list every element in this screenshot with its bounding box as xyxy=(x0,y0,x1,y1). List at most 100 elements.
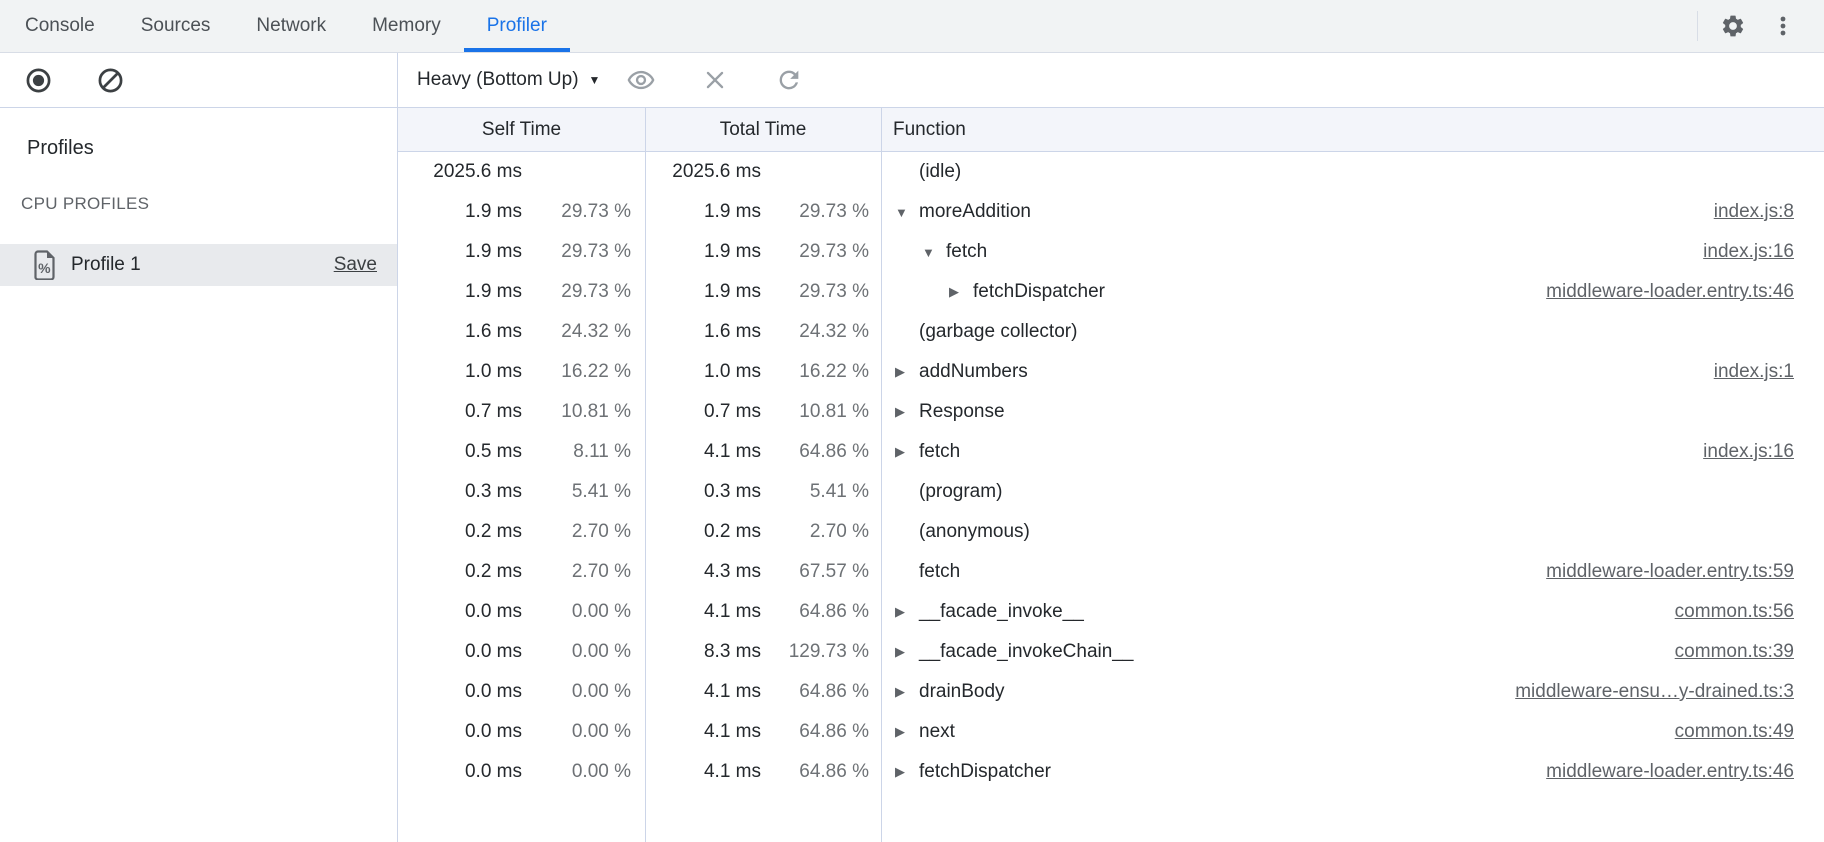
clear-icon[interactable] xyxy=(93,63,127,97)
tab-profiler[interactable]: Profiler xyxy=(464,0,570,52)
self-time-cell: 1.9 ms 29.73 % xyxy=(398,232,645,272)
grid-rows: 2025.6 ms 2025.6 ms (idle) 1.9 ms 29.73 … xyxy=(398,152,1824,792)
source-link[interactable]: index.js:8 xyxy=(1714,201,1794,223)
tab-network[interactable]: Network xyxy=(233,0,349,52)
total-time-value: 4.1 ms xyxy=(645,721,761,743)
profile-row[interactable]: 0.0 ms 0.00 % 4.1 ms 64.86 % ▶ next comm… xyxy=(398,712,1824,752)
expand-arrow-icon[interactable]: ▶ xyxy=(895,444,919,460)
close-icon[interactable] xyxy=(698,63,732,97)
self-time-percent: 29.73 % xyxy=(522,241,645,263)
expand-arrow-icon[interactable]: ▼ xyxy=(922,245,946,260)
profile-row[interactable]: 0.3 ms 5.41 % 0.3 ms 5.41 % (program) xyxy=(398,472,1824,512)
view-controls: Heavy (Bottom Up) ▼ xyxy=(398,53,1824,107)
source-link[interactable]: middleware-loader.entry.ts:46 xyxy=(1546,761,1794,783)
profile-row[interactable]: 0.0 ms 0.00 % 4.1 ms 64.86 % ▶ __facade_… xyxy=(398,592,1824,632)
total-time-cell: 4.1 ms 64.86 % xyxy=(645,592,881,632)
expand-arrow-icon[interactable]: ▶ xyxy=(895,364,919,380)
source-link[interactable]: index.js:16 xyxy=(1703,241,1794,263)
profile-row[interactable]: 0.0 ms 0.00 % 4.1 ms 64.86 % ▶ drainBody… xyxy=(398,672,1824,712)
expand-arrow-icon[interactable]: ▶ xyxy=(949,284,973,300)
profile-row[interactable]: 2025.6 ms 2025.6 ms (idle) xyxy=(398,152,1824,192)
function-name: Response xyxy=(919,401,1005,423)
total-time-value: 1.0 ms xyxy=(645,361,761,383)
self-time-value: 0.7 ms xyxy=(398,401,522,423)
self-time-value: 0.0 ms xyxy=(398,681,522,703)
profile-row[interactable]: 1.9 ms 29.73 % 1.9 ms 29.73 % ▼ moreAddi… xyxy=(398,192,1824,232)
expand-arrow-icon[interactable]: ▼ xyxy=(895,205,919,220)
settings-gear-icon[interactable] xyxy=(1716,9,1750,43)
tab-sources[interactable]: Sources xyxy=(118,0,234,52)
column-divider xyxy=(645,108,646,842)
self-time-cell: 2025.6 ms xyxy=(398,152,645,192)
function-cell: (idle) xyxy=(881,152,1824,192)
refresh-icon[interactable] xyxy=(772,63,806,97)
self-time-value: 1.0 ms xyxy=(398,361,522,383)
source-link[interactable]: middleware-loader.entry.ts:46 xyxy=(1546,281,1794,303)
profile-row[interactable]: 1.9 ms 29.73 % 1.9 ms 29.73 % ▼ fetch in… xyxy=(398,232,1824,272)
source-link[interactable]: common.ts:39 xyxy=(1675,641,1794,663)
profile-row[interactable]: 1.0 ms 16.22 % 1.0 ms 16.22 % ▶ addNumbe… xyxy=(398,352,1824,392)
total-time-cell: 4.1 ms 64.86 % xyxy=(645,432,881,472)
self-time-value: 1.9 ms xyxy=(398,281,522,303)
function-cell: (garbage collector) xyxy=(881,312,1824,352)
profile-row[interactable]: 0.7 ms 10.81 % 0.7 ms 10.81 % ▶ Response xyxy=(398,392,1824,432)
expand-arrow-icon[interactable]: ▶ xyxy=(895,764,919,780)
profile-row[interactable]: 0.0 ms 0.00 % 4.1 ms 64.86 % ▶ fetchDisp… xyxy=(398,752,1824,792)
expand-arrow-icon[interactable]: ▶ xyxy=(895,604,919,620)
source-link[interactable]: middleware-loader.entry.ts:59 xyxy=(1546,561,1794,583)
function-name: drainBody xyxy=(919,681,1005,703)
total-time-cell: 1.6 ms 24.32 % xyxy=(645,312,881,352)
tab-memory[interactable]: Memory xyxy=(349,0,464,52)
expand-arrow-icon[interactable]: ▶ xyxy=(895,644,919,660)
record-icon[interactable] xyxy=(21,63,55,97)
profile-row[interactable]: 0.0 ms 0.00 % 8.3 ms 129.73 % ▶ __facade… xyxy=(398,632,1824,672)
function-cell: ▼ fetch index.js:16 xyxy=(881,232,1824,272)
self-time-percent: 0.00 % xyxy=(522,761,645,783)
self-time-cell: 1.0 ms 16.22 % xyxy=(398,352,645,392)
total-time-percent: 64.86 % xyxy=(761,721,881,743)
column-header-total-time[interactable]: Total Time xyxy=(645,108,881,151)
profile-row[interactable]: 0.2 ms 2.70 % 4.3 ms 67.57 % fetch middl… xyxy=(398,552,1824,592)
source-link[interactable]: index.js:1 xyxy=(1714,361,1794,383)
self-time-cell: 0.0 ms 0.00 % xyxy=(398,632,645,672)
column-header-self-time[interactable]: Self Time xyxy=(398,108,645,151)
save-link[interactable]: Save xyxy=(334,254,377,276)
expand-arrow-icon[interactable]: ▶ xyxy=(895,404,919,420)
function-name: fetchDispatcher xyxy=(919,761,1051,783)
total-time-cell: 0.7 ms 10.81 % xyxy=(645,392,881,432)
total-time-value: 8.3 ms xyxy=(645,641,761,663)
profile-row[interactable]: 0.2 ms 2.70 % 0.2 ms 2.70 % (anonymous) xyxy=(398,512,1824,552)
total-time-percent: 10.81 % xyxy=(761,401,881,423)
self-time-cell: 0.0 ms 0.00 % xyxy=(398,672,645,712)
profile-row[interactable]: 0.5 ms 8.11 % 4.1 ms 64.86 % ▶ fetch ind… xyxy=(398,432,1824,472)
self-time-cell: 0.0 ms 0.00 % xyxy=(398,752,645,792)
total-time-cell: 4.3 ms 67.57 % xyxy=(645,552,881,592)
total-time-value: 1.9 ms xyxy=(645,201,761,223)
tab-console[interactable]: Console xyxy=(2,0,118,52)
source-link[interactable]: common.ts:49 xyxy=(1675,721,1794,743)
total-time-cell: 0.2 ms 2.70 % xyxy=(645,512,881,552)
total-time-cell: 1.9 ms 29.73 % xyxy=(645,192,881,232)
profile-row[interactable]: 1.6 ms 24.32 % 1.6 ms 24.32 % (garbage c… xyxy=(398,312,1824,352)
expand-arrow-icon[interactable]: ▶ xyxy=(895,684,919,700)
toolbar-divider xyxy=(1697,11,1698,41)
source-link[interactable]: index.js:16 xyxy=(1703,441,1794,463)
expand-arrow-icon[interactable]: ▶ xyxy=(895,724,919,740)
devtools-profiler-panel: Console Sources Network Memory Profiler xyxy=(0,0,1824,842)
panel-tabs: Console Sources Network Memory Profiler xyxy=(0,0,570,52)
more-menu-kebab-icon[interactable] xyxy=(1766,9,1800,43)
profile-row[interactable]: 1.9 ms 29.73 % 1.9 ms 29.73 % ▶ fetchDis… xyxy=(398,272,1824,312)
self-time-value: 0.2 ms xyxy=(398,561,522,583)
view-mode-dropdown[interactable]: Heavy (Bottom Up) ▼ xyxy=(417,69,600,91)
column-header-function[interactable]: Function xyxy=(881,108,1824,151)
total-time-value: 4.1 ms xyxy=(645,441,761,463)
total-time-percent: 64.86 % xyxy=(761,441,881,463)
function-name: fetch xyxy=(946,241,987,263)
source-link[interactable]: common.ts:56 xyxy=(1675,601,1794,623)
eye-icon[interactable] xyxy=(624,63,658,97)
total-time-cell: 4.1 ms 64.86 % xyxy=(645,672,881,712)
source-link[interactable]: middleware-ensu…y-drained.ts:3 xyxy=(1515,681,1794,703)
function-name: next xyxy=(919,721,955,743)
function-name: (garbage collector) xyxy=(919,321,1077,343)
sidebar-item-profile-1[interactable]: % Profile 1 Save xyxy=(0,244,397,286)
